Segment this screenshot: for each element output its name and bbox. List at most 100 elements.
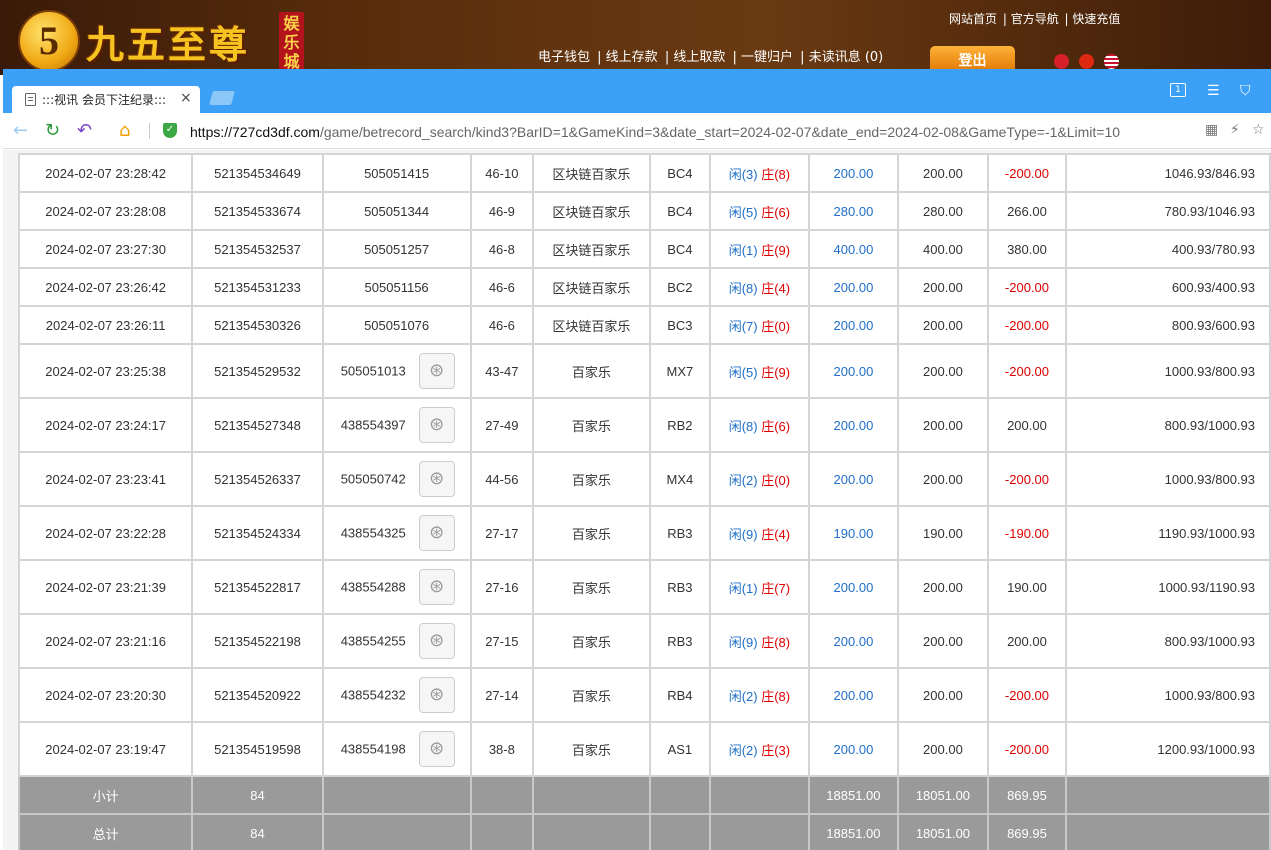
- bet-amount[interactable]: 200.00: [807, 397, 900, 453]
- bet-time: 2024-02-07 23:26:42: [17, 267, 194, 307]
- total-result: 869.95: [986, 813, 1068, 850]
- table-code: MX4: [648, 451, 712, 507]
- game-name: 百家乐: [532, 559, 651, 615]
- close-icon[interactable]: ×: [180, 90, 192, 106]
- screen: 5 九五至尊 娱乐城 网站首页 | 官方导航 | 快速充值 电子钱包 | 线上存…: [0, 0, 1271, 850]
- card-result: 闲(9) 庄(8): [709, 613, 810, 669]
- table-code: BC3: [648, 305, 712, 345]
- valid-bet: 200.00: [897, 153, 989, 193]
- star-icon[interactable]: ☆: [1252, 122, 1265, 138]
- cn-flag-icon[interactable]: [1079, 54, 1094, 69]
- link-nav[interactable]: 官方导航: [1011, 12, 1059, 26]
- video-replay-icon[interactable]: ⊛: [418, 515, 455, 551]
- game-name: 区块链百家乐: [532, 191, 651, 231]
- empty-cell: [469, 813, 535, 850]
- game-name: 百家乐: [532, 451, 651, 507]
- game-name: 区块链百家乐: [532, 229, 651, 269]
- video-replay-icon[interactable]: ⊛: [418, 623, 455, 659]
- round-id: 438554255: [340, 633, 406, 649]
- bet-amount[interactable]: 200.00: [807, 267, 900, 307]
- logo-badge: 娱乐城: [279, 12, 304, 72]
- site-header: 5 九五至尊 娱乐城 网站首页 | 官方导航 | 快速充值 电子钱包 | 线上存…: [0, 0, 1271, 75]
- bet-amount[interactable]: 190.00: [807, 505, 900, 561]
- link-messages[interactable]: 未读讯息 (0): [809, 50, 884, 65]
- link-withdraw[interactable]: 线上取款: [673, 50, 725, 65]
- refresh-icon[interactable]: ↻: [45, 120, 60, 141]
- shoe-hand: 27-16: [469, 559, 535, 615]
- player-points: 闲(3): [728, 166, 758, 182]
- banker-points: 庄(8): [761, 166, 791, 182]
- us-flag-icon[interactable]: [1104, 54, 1119, 69]
- page-content: 2024-02-07 23:28:42 521354534649 505051415…: [3, 150, 1271, 850]
- banker-points: 庄(9): [761, 242, 791, 258]
- bet-amount[interactable]: 200.00: [807, 721, 900, 777]
- bet-amount[interactable]: 200.00: [807, 559, 900, 615]
- empty-cell: [469, 775, 535, 815]
- bet-amount[interactable]: 200.00: [807, 305, 900, 345]
- bet-amount[interactable]: 200.00: [807, 343, 900, 399]
- win-loss: -200.00: [986, 343, 1068, 399]
- video-replay-icon[interactable]: ⊛: [418, 677, 455, 713]
- address-bar[interactable]: https://727cd3df.com/game/betrecord_sear…: [190, 122, 1200, 142]
- round-id: 505050742: [340, 471, 406, 487]
- bet-amount[interactable]: 280.00: [807, 191, 900, 231]
- bet-time: 2024-02-07 23:21:39: [17, 559, 194, 615]
- link-wallet[interactable]: 电子钱包: [538, 50, 590, 65]
- subtotal-row: 小计 84 18851.00 18051.00 869.95: [17, 775, 1271, 815]
- bet-amount[interactable]: 200.00: [807, 153, 900, 193]
- empty-cell: [321, 775, 472, 815]
- back-icon[interactable]: ←: [13, 120, 28, 141]
- shoe-hand: 27-17: [469, 505, 535, 561]
- lightning-icon[interactable]: ⚡: [1230, 122, 1240, 138]
- valid-bet: 200.00: [897, 343, 989, 399]
- round-id: 438554198: [340, 741, 406, 757]
- tab-bar: :::视讯 会员下注纪录::: × 1 ☰ ⛉: [3, 69, 1271, 113]
- bet-id: 521354530326: [191, 305, 324, 345]
- home-icon[interactable]: ⌂: [119, 120, 130, 141]
- round-id-cell: 438554198 ⊛: [321, 721, 472, 777]
- link-deposit[interactable]: 线上存款: [606, 50, 658, 65]
- link-recharge[interactable]: 快速充值: [1072, 12, 1120, 26]
- balance-change: 1000.93/800.93: [1065, 667, 1271, 723]
- bet-amount[interactable]: 400.00: [807, 229, 900, 269]
- round-id: 438554325: [340, 525, 406, 541]
- link-home[interactable]: 网站首页: [949, 12, 997, 26]
- skin-icon[interactable]: ⛉: [1240, 83, 1251, 99]
- balance-change: 800.93/1000.93: [1065, 397, 1271, 453]
- total-row: 总计 84 18851.00 18051.00 869.95: [17, 813, 1271, 850]
- video-replay-icon[interactable]: ⊛: [418, 569, 455, 605]
- card-result: 闲(9) 庄(4): [709, 505, 810, 561]
- window-number-icon[interactable]: 1: [1170, 83, 1186, 97]
- balance-change: 1000.93/800.93: [1065, 343, 1271, 399]
- nav-links: 电子钱包 | 线上存款 | 线上取款 | 一键归户 | 未读讯息 (0): [538, 50, 884, 65]
- browser-window: :::视讯 会员下注纪录::: × 1 ☰ ⛉ ← ↻ ↶ ⌂ ✓ https:…: [3, 69, 1271, 850]
- link-consolidate[interactable]: 一键归户: [741, 50, 793, 65]
- undo-icon[interactable]: ↶: [77, 120, 92, 141]
- bet-amount[interactable]: 200.00: [807, 613, 900, 669]
- balance-change: 1000.93/800.93: [1065, 451, 1271, 507]
- player-points: 闲(8): [728, 280, 758, 296]
- video-replay-icon[interactable]: ⊛: [418, 407, 455, 443]
- new-tab-button[interactable]: [209, 91, 235, 105]
- bet-amount[interactable]: 200.00: [807, 667, 900, 723]
- player-points: 闲(1): [728, 242, 758, 258]
- menu-icon[interactable]: ☰: [1207, 83, 1220, 99]
- table-row: 2024-02-07 23:25:38 521354529532 505051013…: [17, 343, 1271, 399]
- video-replay-icon[interactable]: ⊛: [418, 731, 455, 767]
- bet-id: 521354529532: [191, 343, 324, 399]
- tab-active[interactable]: :::视讯 会员下注纪录::: ×: [12, 86, 200, 113]
- bet-amount[interactable]: 200.00: [807, 451, 900, 507]
- qr-code-icon[interactable]: ▦: [1205, 122, 1218, 138]
- banker-points: 庄(6): [761, 418, 791, 434]
- subtotal-result: 869.95: [986, 775, 1068, 815]
- round-id-cell: 438554325 ⊛: [321, 505, 472, 561]
- hk-flag-icon[interactable]: [1054, 54, 1069, 69]
- empty-cell: [648, 775, 712, 815]
- logout-button[interactable]: 登出: [930, 46, 1015, 70]
- video-replay-icon[interactable]: ⊛: [418, 353, 455, 389]
- video-replay-icon[interactable]: ⊛: [418, 461, 455, 497]
- bet-time: 2024-02-07 23:26:11: [17, 305, 194, 345]
- round-id: 438554288: [340, 579, 406, 595]
- table-row: 2024-02-07 23:20:30 521354520922 438554232…: [17, 667, 1271, 723]
- game-name: 区块链百家乐: [532, 305, 651, 345]
